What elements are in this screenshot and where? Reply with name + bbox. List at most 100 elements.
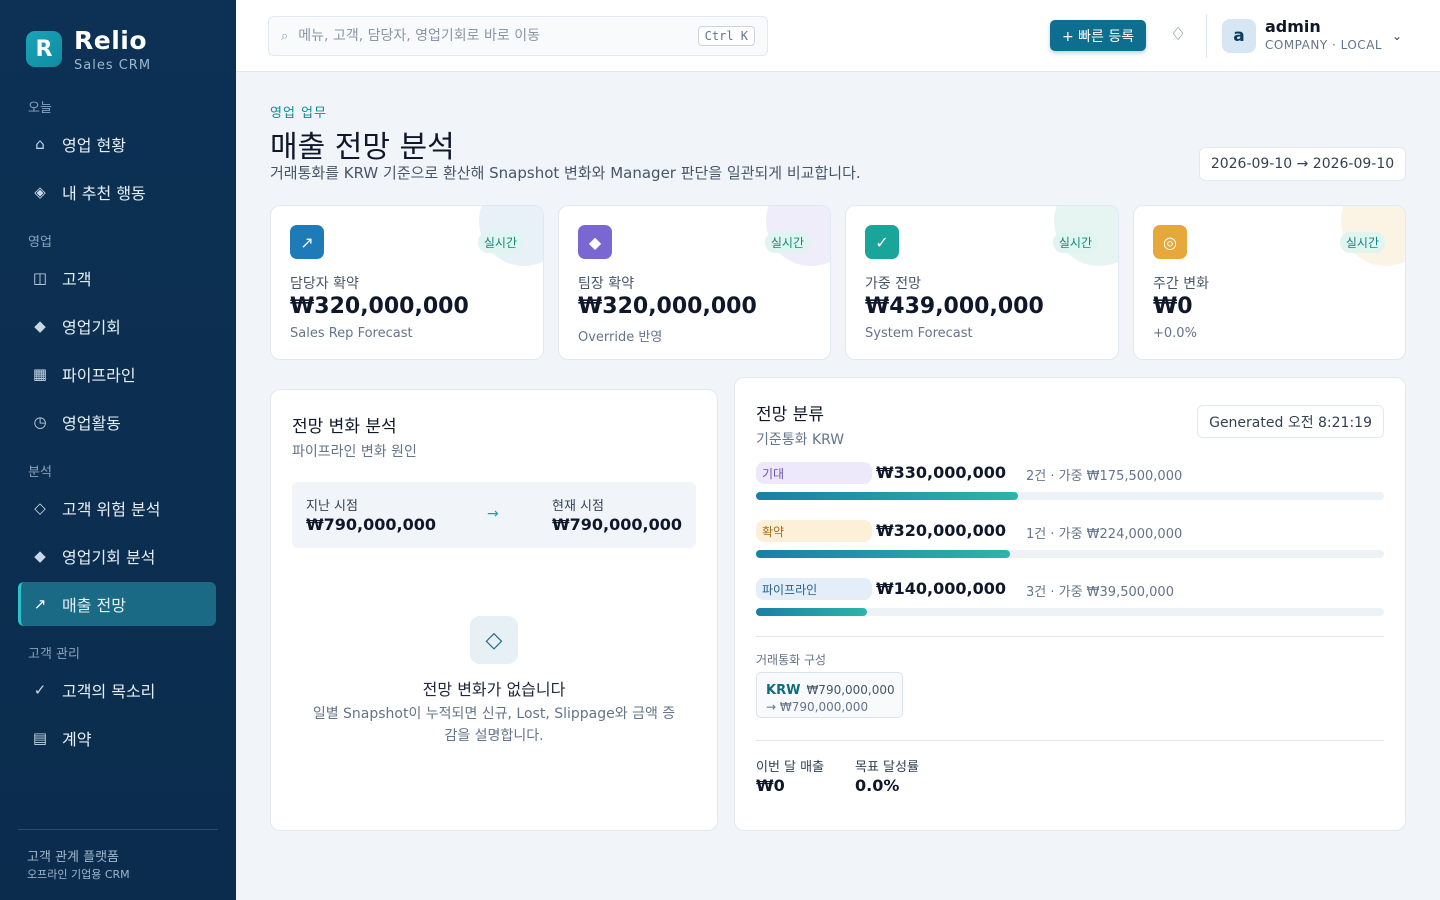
snapshot-comparison: 지난 시점 ₩790,000,000 → 현재 시점 ₩790,000,000: [292, 482, 696, 548]
empty-state-title: 전망 변화가 없습니다: [422, 680, 566, 699]
sidebar-item-label: 내 추천 행동: [62, 184, 146, 203]
sidebar-item-dashboard[interactable]: ⌂ 영업 현황: [18, 122, 216, 166]
avatar[interactable]: a: [1222, 19, 1256, 53]
live-badge: 실시간: [1339, 232, 1385, 253]
divider: [756, 740, 1384, 741]
kpi-value: ₩439,000,000: [865, 294, 1044, 319]
category-meta: 2건 · 가중 ₩175,500,000: [1026, 469, 1183, 484]
sidebar-item-revenue-forecast[interactable]: ↗ 매출 전망: [18, 582, 216, 626]
chevron-down-icon[interactable]: ⌄: [1392, 29, 1402, 43]
kpi-label: 주간 변화: [1153, 276, 1209, 292]
previous-snapshot-value: ₩790,000,000: [306, 515, 436, 534]
page-title: 매출 전망 분석: [270, 130, 455, 165]
brand[interactable]: R Relio Sales CRM: [26, 28, 151, 73]
search-shortcut-hint: Ctrl K: [697, 26, 755, 46]
divider: [756, 636, 1384, 637]
sidebar-divider: [18, 829, 218, 830]
clock-icon: ◷: [33, 413, 47, 431]
sidebar-item-voice-of-customer[interactable]: ✓ 고객의 목소리: [18, 668, 216, 712]
kpi-subtext: Sales Rep Forecast: [290, 326, 413, 341]
brand-logo: R: [26, 31, 62, 67]
nav-section-customer-management: 고객 관리: [28, 647, 80, 662]
kpi-card-weighted-forecast: ✓ 실시간 가중 전망 ₩439,000,000 System Forecast: [845, 205, 1119, 360]
check-icon: ✓: [33, 681, 47, 699]
monthly-revenue-label: 이번 달 매출: [756, 760, 825, 775]
target-achievement-label: 목표 달성률: [855, 760, 919, 775]
diamond-filled-icon: ◆: [34, 317, 46, 335]
target-achievement-value: 0.0%: [855, 776, 900, 795]
currency-converted: → ₩790,000,000: [766, 700, 869, 714]
page-description: 거래통화를 KRW 기준으로 환산해 Snapshot 변화와 Manager …: [270, 164, 861, 182]
kpi-value: ₩320,000,000: [578, 294, 757, 319]
sidebar-item-label: 고객의 목소리: [62, 682, 156, 701]
diamond-outline-icon: ◇: [34, 499, 46, 517]
grid-icon: ▦: [32, 365, 48, 383]
arrow-right-icon: →: [487, 506, 499, 522]
category-row-commit: 확약 ₩320,000,000 1건 · 가중 ₩224,000,000: [756, 520, 1384, 566]
kpi-subtext: +0.0%: [1153, 326, 1197, 341]
trend-up-icon: ↗: [290, 225, 324, 259]
sidebar-item-activities[interactable]: ◷ 영업활동: [18, 400, 216, 444]
category-row-best-case: 기대 ₩330,000,000 2건 · 가중 ₩175,500,000: [756, 462, 1384, 508]
trend-up-icon: ↗: [33, 595, 47, 613]
kpi-subtext: Override 반영: [578, 330, 663, 345]
category-tag: 기대: [756, 462, 872, 484]
category-bar-fill: [756, 492, 1018, 500]
nav-section-today: 오늘: [28, 101, 52, 116]
sidebar-footer-title: 고객 관계 플랫폼: [27, 850, 119, 865]
currency-code: KRW: [766, 683, 801, 698]
brand-subtitle: Sales CRM: [74, 58, 152, 73]
kpi-value: ₩320,000,000: [290, 294, 469, 319]
nav-section-sales: 영업: [28, 235, 52, 250]
category-meta: 3건 · 가중 ₩39,500,000: [1026, 585, 1174, 600]
sidebar-item-label: 계약: [62, 730, 92, 749]
sidebar-item-label: 고객: [62, 270, 92, 289]
sidebar: R Relio Sales CRM 오늘 ⌂ 영업 현황 ◈ 내 추천 행동 영…: [0, 0, 236, 900]
user-name[interactable]: admin: [1265, 17, 1321, 36]
sidebar-item-customer-risk[interactable]: ◇ 고객 위험 분석: [18, 486, 216, 530]
sidebar-item-label: 파이프라인: [62, 366, 136, 385]
panel-title: 전망 분류: [756, 405, 824, 425]
sidebar-item-pipeline[interactable]: ▦ 파이프라인: [18, 352, 216, 396]
search-input[interactable]: [298, 28, 679, 44]
live-badge: 실시간: [1052, 232, 1098, 253]
previous-snapshot-label: 지난 시점: [306, 499, 358, 514]
panel-subtitle: 기준통화 KRW: [756, 432, 845, 448]
breadcrumb: 영업 업무: [270, 106, 327, 121]
global-search[interactable]: ⌕ Ctrl K: [268, 16, 768, 56]
currency-amount: ₩790,000,000: [806, 683, 895, 697]
notification-bell-icon[interactable]: ♢: [1170, 24, 1186, 45]
user-role: COMPANY · LOCAL: [1265, 38, 1383, 52]
kpi-label: 팀장 확약: [578, 276, 634, 292]
sidebar-item-customers[interactable]: ◫ 고객: [18, 256, 216, 300]
currency-chip: KRW ₩790,000,000 → ₩790,000,000: [756, 672, 903, 718]
current-snapshot-value: ₩790,000,000: [552, 515, 682, 534]
date-range-picker[interactable]: 2026-09-10 → 2026-09-10: [1199, 147, 1406, 181]
category-tag: 확약: [756, 520, 872, 542]
nav-section-analytics: 분석: [28, 465, 52, 480]
quick-add-button[interactable]: + 빠른 등록: [1050, 20, 1147, 51]
sidebar-item-opportunity-analysis[interactable]: ◆ 영업기회 분석: [18, 534, 216, 578]
live-badge: 실시간: [477, 232, 523, 253]
topbar: ⌕ Ctrl K + 빠른 등록 ♢ a admin COMPANY · LOC…: [236, 0, 1440, 72]
empty-state-diamond-icon: ◇: [470, 616, 518, 664]
search-icon: ⌕: [281, 28, 289, 44]
sidebar-item-label: 영업 현황: [62, 136, 126, 155]
home-icon: ⌂: [35, 135, 45, 153]
generated-timestamp: Generated 오전 8:21:19: [1197, 405, 1384, 438]
empty-state-description: 일별 Snapshot이 누적되면 신규, Lost, Slippage와 금액…: [312, 706, 676, 744]
sidebar-item-recommended-actions[interactable]: ◈ 내 추천 행동: [18, 170, 216, 214]
document-icon: ▤: [32, 729, 48, 747]
live-badge: 실시간: [764, 232, 810, 253]
category-amount: ₩140,000,000: [876, 579, 1006, 598]
kpi-label: 가중 전망: [865, 276, 921, 292]
monthly-revenue-value: ₩0: [756, 776, 785, 795]
sidebar-item-contracts[interactable]: ▤ 계약: [18, 716, 216, 760]
sidebar-item-opportunities[interactable]: ◆ 영업기회: [18, 304, 216, 348]
category-row-pipeline: 파이프라인 ₩140,000,000 3건 · 가중 ₩39,500,000: [756, 578, 1384, 624]
category-bar-track: [756, 608, 1384, 616]
kpi-subtext: System Forecast: [865, 326, 973, 341]
brand-name: Relio: [74, 26, 148, 55]
diamond-icon: ◈: [34, 183, 46, 201]
target-icon: ◎: [1153, 225, 1187, 259]
